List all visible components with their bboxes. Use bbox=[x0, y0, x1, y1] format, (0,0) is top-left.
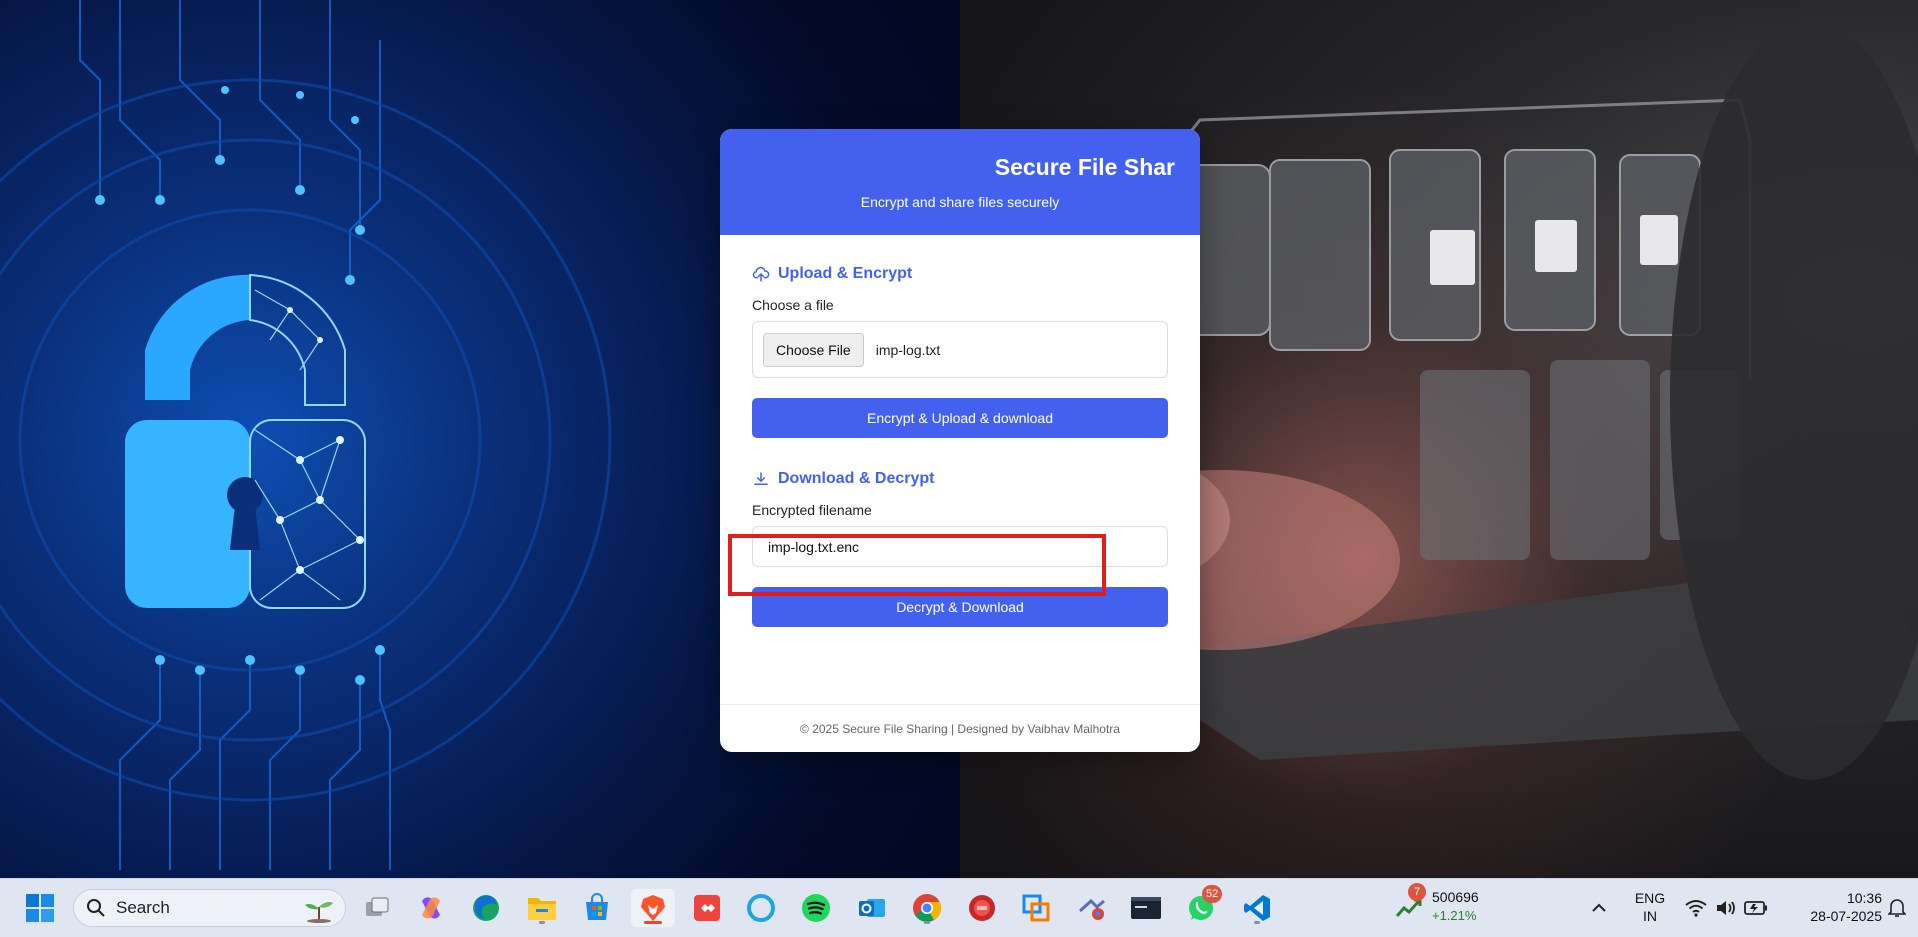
windows-start-icon[interactable] bbox=[21, 889, 59, 927]
download-icon bbox=[754, 472, 768, 485]
outlook-icon[interactable] bbox=[853, 889, 891, 927]
stock-value[interactable]: 500696 bbox=[1432, 889, 1479, 906]
chevron-up-icon[interactable] bbox=[1585, 889, 1613, 927]
encrypted-filename-input[interactable]: imp-log.txt.enc bbox=[752, 526, 1168, 567]
decrypt-download-button[interactable]: Decrypt & Download bbox=[752, 587, 1168, 627]
card-header: Secure File Shar Encrypt and share files… bbox=[720, 129, 1200, 235]
download-section-title: Download & Decrypt bbox=[752, 470, 1168, 488]
stock-change[interactable]: +1.21% bbox=[1432, 907, 1476, 924]
record-icon[interactable] bbox=[963, 889, 1001, 927]
running-indicator bbox=[924, 921, 930, 924]
clock-date[interactable]: 28-07-2025 bbox=[1782, 908, 1882, 925]
battery-icon[interactable] bbox=[1742, 889, 1770, 927]
whatsapp-notification-badge: 52 bbox=[1202, 885, 1223, 903]
anydesk-icon[interactable] bbox=[688, 889, 726, 927]
windows-taskbar: Search 52 7 500696 +1.21% ENG IN 10:36 2… bbox=[0, 878, 1918, 937]
mysql-icon[interactable] bbox=[1127, 889, 1165, 927]
running-indicator bbox=[1254, 921, 1260, 924]
notification-bell-icon[interactable] bbox=[1882, 889, 1912, 927]
volume-icon[interactable] bbox=[1712, 889, 1740, 927]
encrypted-filename-label: Encrypted filename bbox=[752, 502, 872, 518]
file-explorer-icon[interactable] bbox=[523, 889, 561, 927]
chrome-profile-icon[interactable] bbox=[1073, 889, 1111, 927]
search-icon bbox=[87, 899, 105, 917]
vscode-icon[interactable] bbox=[1238, 889, 1276, 927]
card-body: Upload & Encrypt Choose a file Choose Fi… bbox=[720, 235, 1200, 627]
clock-time[interactable]: 10:36 bbox=[1782, 890, 1882, 907]
stock-notification-badge: 7 bbox=[1408, 883, 1426, 901]
secure-file-sharing-card: Secure File Shar Encrypt and share files… bbox=[720, 129, 1200, 752]
copilot-icon[interactable] bbox=[412, 889, 450, 927]
virtualbox-icon[interactable] bbox=[1017, 889, 1055, 927]
upload-section-title-text: Upload & Encrypt bbox=[778, 265, 913, 282]
language-region[interactable]: IN bbox=[1630, 908, 1670, 925]
page-title: Secure File Shar bbox=[994, 154, 1175, 180]
choose-file-button[interactable]: Choose File bbox=[763, 332, 864, 367]
running-indicator bbox=[539, 921, 545, 924]
card-footer: © 2025 Secure File Sharing | Designed by… bbox=[720, 704, 1200, 752]
brave-icon[interactable] bbox=[631, 889, 675, 927]
selected-file-name: imp-log.txt bbox=[875, 341, 941, 358]
language-code[interactable]: ENG bbox=[1630, 890, 1670, 907]
file-input[interactable]: Choose File imp-log.txt bbox=[752, 321, 1168, 378]
encrypt-upload-button[interactable]: Encrypt & Upload & download bbox=[752, 398, 1168, 438]
download-section-title-text: Download & Decrypt bbox=[778, 470, 935, 487]
wifi-icon[interactable] bbox=[1682, 889, 1710, 927]
edge-icon[interactable] bbox=[467, 889, 505, 927]
chrome-icon[interactable] bbox=[908, 889, 946, 927]
alexa-icon[interactable] bbox=[742, 889, 780, 927]
spotify-icon[interactable] bbox=[797, 889, 835, 927]
cloud-upload-icon bbox=[752, 266, 770, 282]
upload-section-title: Upload & Encrypt bbox=[752, 265, 1168, 283]
stock-chart-icon[interactable]: 7 bbox=[1394, 883, 1426, 927]
choose-file-label: Choose a file bbox=[752, 297, 834, 313]
plant-icon bbox=[305, 902, 333, 923]
store-icon[interactable] bbox=[578, 889, 616, 927]
active-indicator bbox=[644, 921, 662, 924]
whatsapp-icon[interactable]: 52 bbox=[1182, 885, 1223, 927]
task-view-icon[interactable] bbox=[358, 889, 396, 927]
search-label: Search bbox=[116, 898, 170, 917]
page-subtitle: Encrypt and share files securely bbox=[860, 194, 1060, 210]
taskbar-search[interactable]: Search bbox=[73, 889, 346, 927]
